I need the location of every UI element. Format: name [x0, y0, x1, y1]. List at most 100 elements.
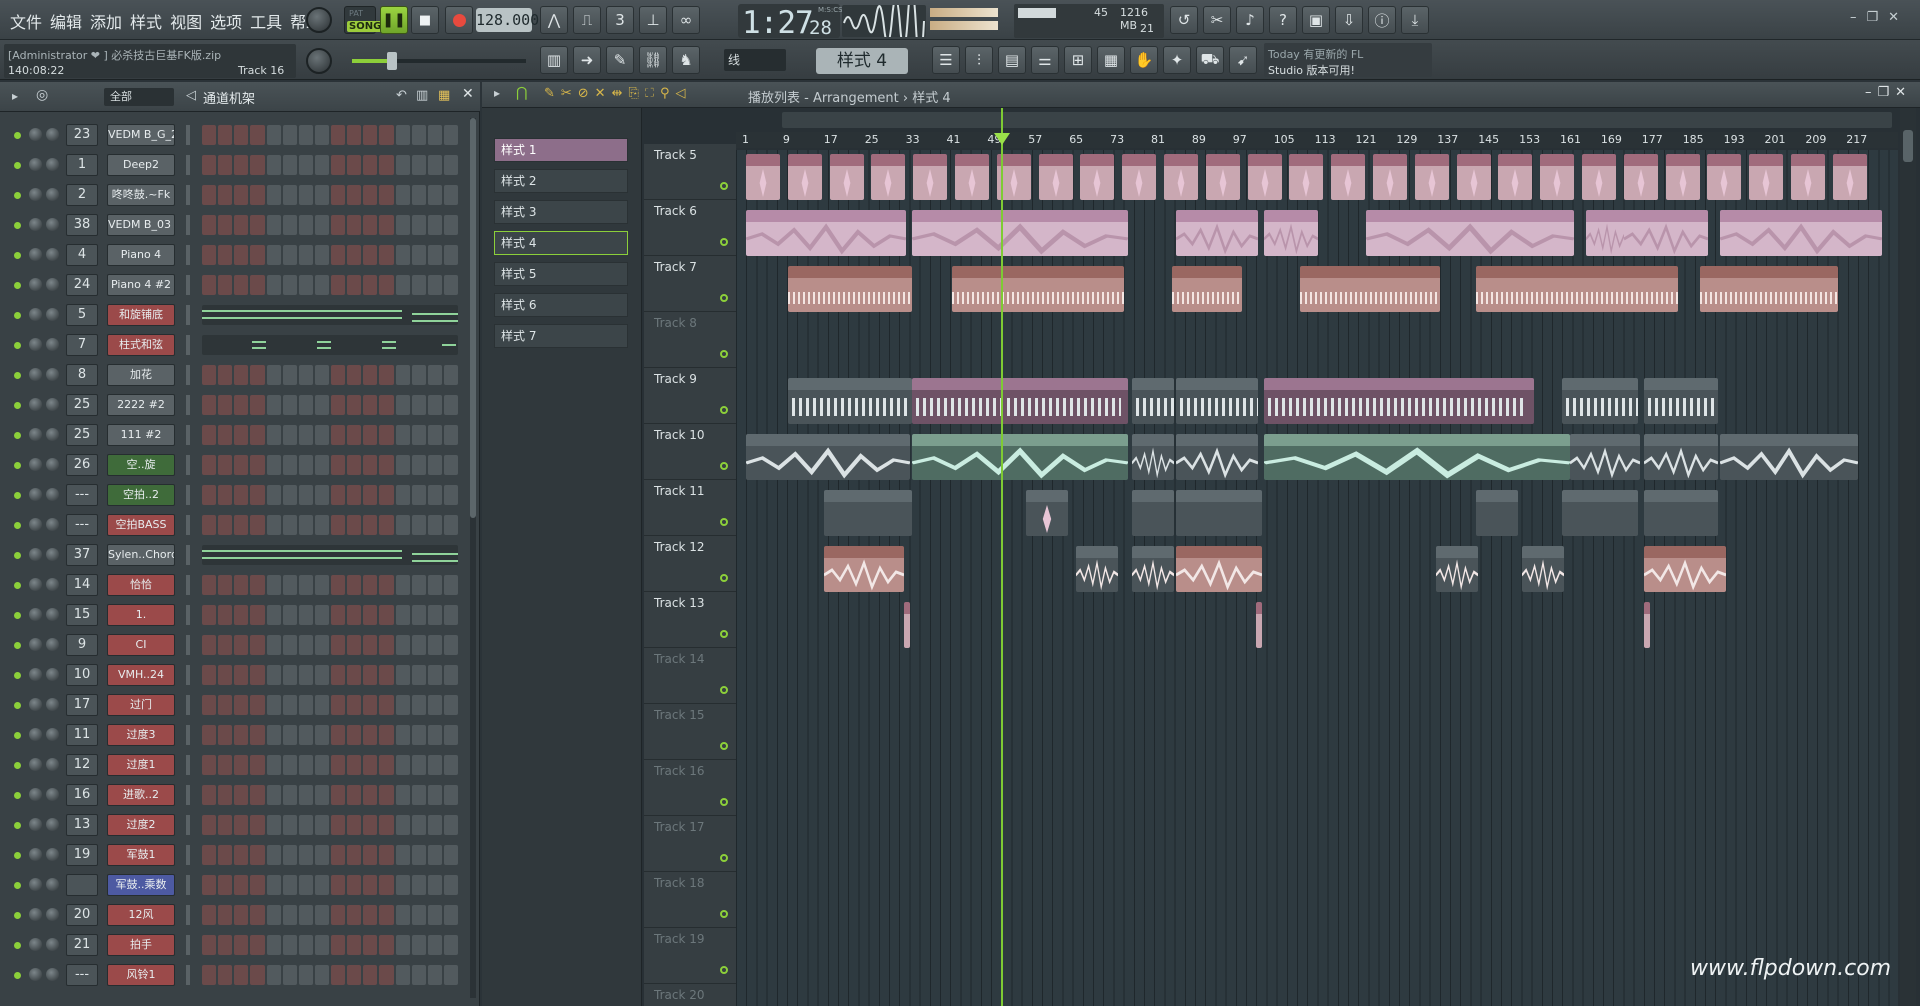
- touch-button[interactable]: ✋: [1130, 46, 1158, 74]
- step-button[interactable]: [427, 935, 442, 955]
- track-header[interactable]: Track 7: [644, 256, 736, 312]
- channel-step-sequencer[interactable]: [202, 605, 458, 625]
- track-enable-icon[interactable]: [720, 574, 728, 582]
- step-button[interactable]: [411, 695, 426, 715]
- step-edit-button[interactable]: ⊥: [639, 6, 667, 34]
- step-button[interactable]: [202, 605, 217, 625]
- step-button[interactable]: [443, 515, 458, 535]
- channel-mixer-track[interactable]: 24: [66, 274, 98, 296]
- playlist-clip[interactable]: [1624, 210, 1708, 256]
- step-button[interactable]: [347, 965, 362, 985]
- step-button[interactable]: [331, 455, 346, 475]
- step-button[interactable]: [218, 695, 233, 715]
- step-button[interactable]: [427, 425, 442, 445]
- steps-icon[interactable]: ▦: [438, 88, 450, 103]
- channel-step-sequencer[interactable]: [202, 365, 458, 385]
- step-button[interactable]: [363, 245, 378, 265]
- step-button[interactable]: [202, 245, 217, 265]
- time-display[interactable]: 1:27 28 M:S:CS: [738, 4, 843, 41]
- channel-volume-knob[interactable]: [46, 278, 59, 291]
- playlist-clip[interactable]: [1373, 154, 1407, 200]
- step-button[interactable]: [331, 755, 346, 775]
- channel-name-button[interactable]: Piano 4 #2: [107, 274, 175, 296]
- step-button[interactable]: [379, 395, 394, 415]
- channel-piano-roll-preview[interactable]: [202, 545, 458, 565]
- channel-pan-knob[interactable]: [29, 128, 42, 141]
- channel-step-sequencer[interactable]: [202, 485, 458, 505]
- step-button[interactable]: [427, 785, 442, 805]
- rack-swing-icon[interactable]: ◎: [36, 87, 48, 103]
- playlist-clip[interactable]: 样式: [746, 154, 780, 200]
- stamp-button[interactable]: ♞: [672, 46, 700, 74]
- playlist-clip[interactable]: BPM...靓说唱8: [824, 546, 904, 592]
- news-panel[interactable]: Today 有更新的 FL Studio 版本可用!: [1264, 43, 1432, 77]
- channel-step-sequencer[interactable]: [202, 425, 458, 445]
- playlist-clip[interactable]: [1476, 266, 1678, 312]
- channel-mute-led[interactable]: [14, 492, 21, 499]
- playlist-clip[interactable]: [1623, 154, 1658, 200]
- step-button[interactable]: [282, 695, 297, 715]
- channel-filter[interactable]: 全部: [104, 88, 174, 106]
- step-button[interactable]: [427, 965, 442, 985]
- step-button[interactable]: [379, 665, 394, 685]
- channel-mixer-track[interactable]: 9: [66, 634, 98, 656]
- channel-name-button[interactable]: 咚咚鼓.~Fk: [107, 184, 175, 206]
- channel-name-button[interactable]: 2222 #2: [107, 394, 175, 416]
- step-button[interactable]: [234, 815, 249, 835]
- channel-row[interactable]: --- 空拍BASS: [0, 512, 470, 538]
- step-button[interactable]: [234, 965, 249, 985]
- channel-step-sequencer[interactable]: [202, 965, 458, 985]
- channel-mixer-track[interactable]: 23: [66, 124, 98, 146]
- playlist-clip[interactable]: [1176, 546, 1262, 592]
- step-button[interactable]: [443, 605, 458, 625]
- step-button[interactable]: [331, 485, 346, 505]
- channel-volume-knob[interactable]: [46, 968, 59, 981]
- step-button[interactable]: [234, 665, 249, 685]
- channel-name-button[interactable]: 过度2: [107, 814, 175, 836]
- piano-roll-button[interactable]: ▥: [540, 46, 568, 74]
- channel-mute-led[interactable]: [14, 612, 21, 619]
- channel-step-sequencer[interactable]: [202, 515, 458, 535]
- step-button[interactable]: [202, 755, 217, 775]
- step-button[interactable]: [282, 185, 297, 205]
- channel-mute-led[interactable]: [14, 642, 21, 649]
- step-button[interactable]: [266, 755, 281, 775]
- step-button[interactable]: [379, 515, 394, 535]
- track-header[interactable]: Track 14: [644, 648, 736, 704]
- step-button[interactable]: [282, 875, 297, 895]
- channel-step-sequencer[interactable]: [202, 725, 458, 745]
- step-button[interactable]: [298, 515, 313, 535]
- step-button[interactable]: [443, 395, 458, 415]
- step-button[interactable]: [379, 785, 394, 805]
- step-button[interactable]: [298, 395, 313, 415]
- channel-select[interactable]: [186, 335, 190, 355]
- step-button[interactable]: [282, 425, 297, 445]
- playlist-clip[interactable]: 样式 4: [746, 434, 910, 480]
- step-button[interactable]: [202, 125, 217, 145]
- playlist-clip[interactable]: 样式 6: [824, 490, 912, 536]
- step-button[interactable]: [218, 725, 233, 745]
- step-button[interactable]: [298, 155, 313, 175]
- step-button[interactable]: [202, 665, 217, 685]
- playlist-clip[interactable]: [1164, 154, 1198, 200]
- mic-button[interactable]: ♪: [1236, 6, 1264, 34]
- step-button[interactable]: [363, 755, 378, 775]
- channel-select[interactable]: [186, 755, 190, 775]
- channel-volume-knob[interactable]: [46, 458, 59, 471]
- channel-row[interactable]: 14 恰恰: [0, 572, 470, 598]
- channel-select[interactable]: [186, 395, 190, 415]
- track-header[interactable]: Track 12: [644, 536, 736, 592]
- channel-select[interactable]: [186, 365, 190, 385]
- step-button[interactable]: [218, 875, 233, 895]
- step-button[interactable]: [379, 485, 394, 505]
- step-button[interactable]: [314, 725, 329, 745]
- step-button[interactable]: [443, 125, 458, 145]
- playlist-clip[interactable]: [1080, 154, 1115, 200]
- step-button[interactable]: [443, 785, 458, 805]
- step-button[interactable]: [218, 905, 233, 925]
- channel-row[interactable]: 军鼓..乘数: [0, 872, 470, 898]
- step-button[interactable]: [234, 905, 249, 925]
- playlist-clip[interactable]: [1176, 434, 1258, 480]
- channel-step-sequencer[interactable]: [202, 875, 458, 895]
- playlist-clip[interactable]: [1264, 378, 1534, 424]
